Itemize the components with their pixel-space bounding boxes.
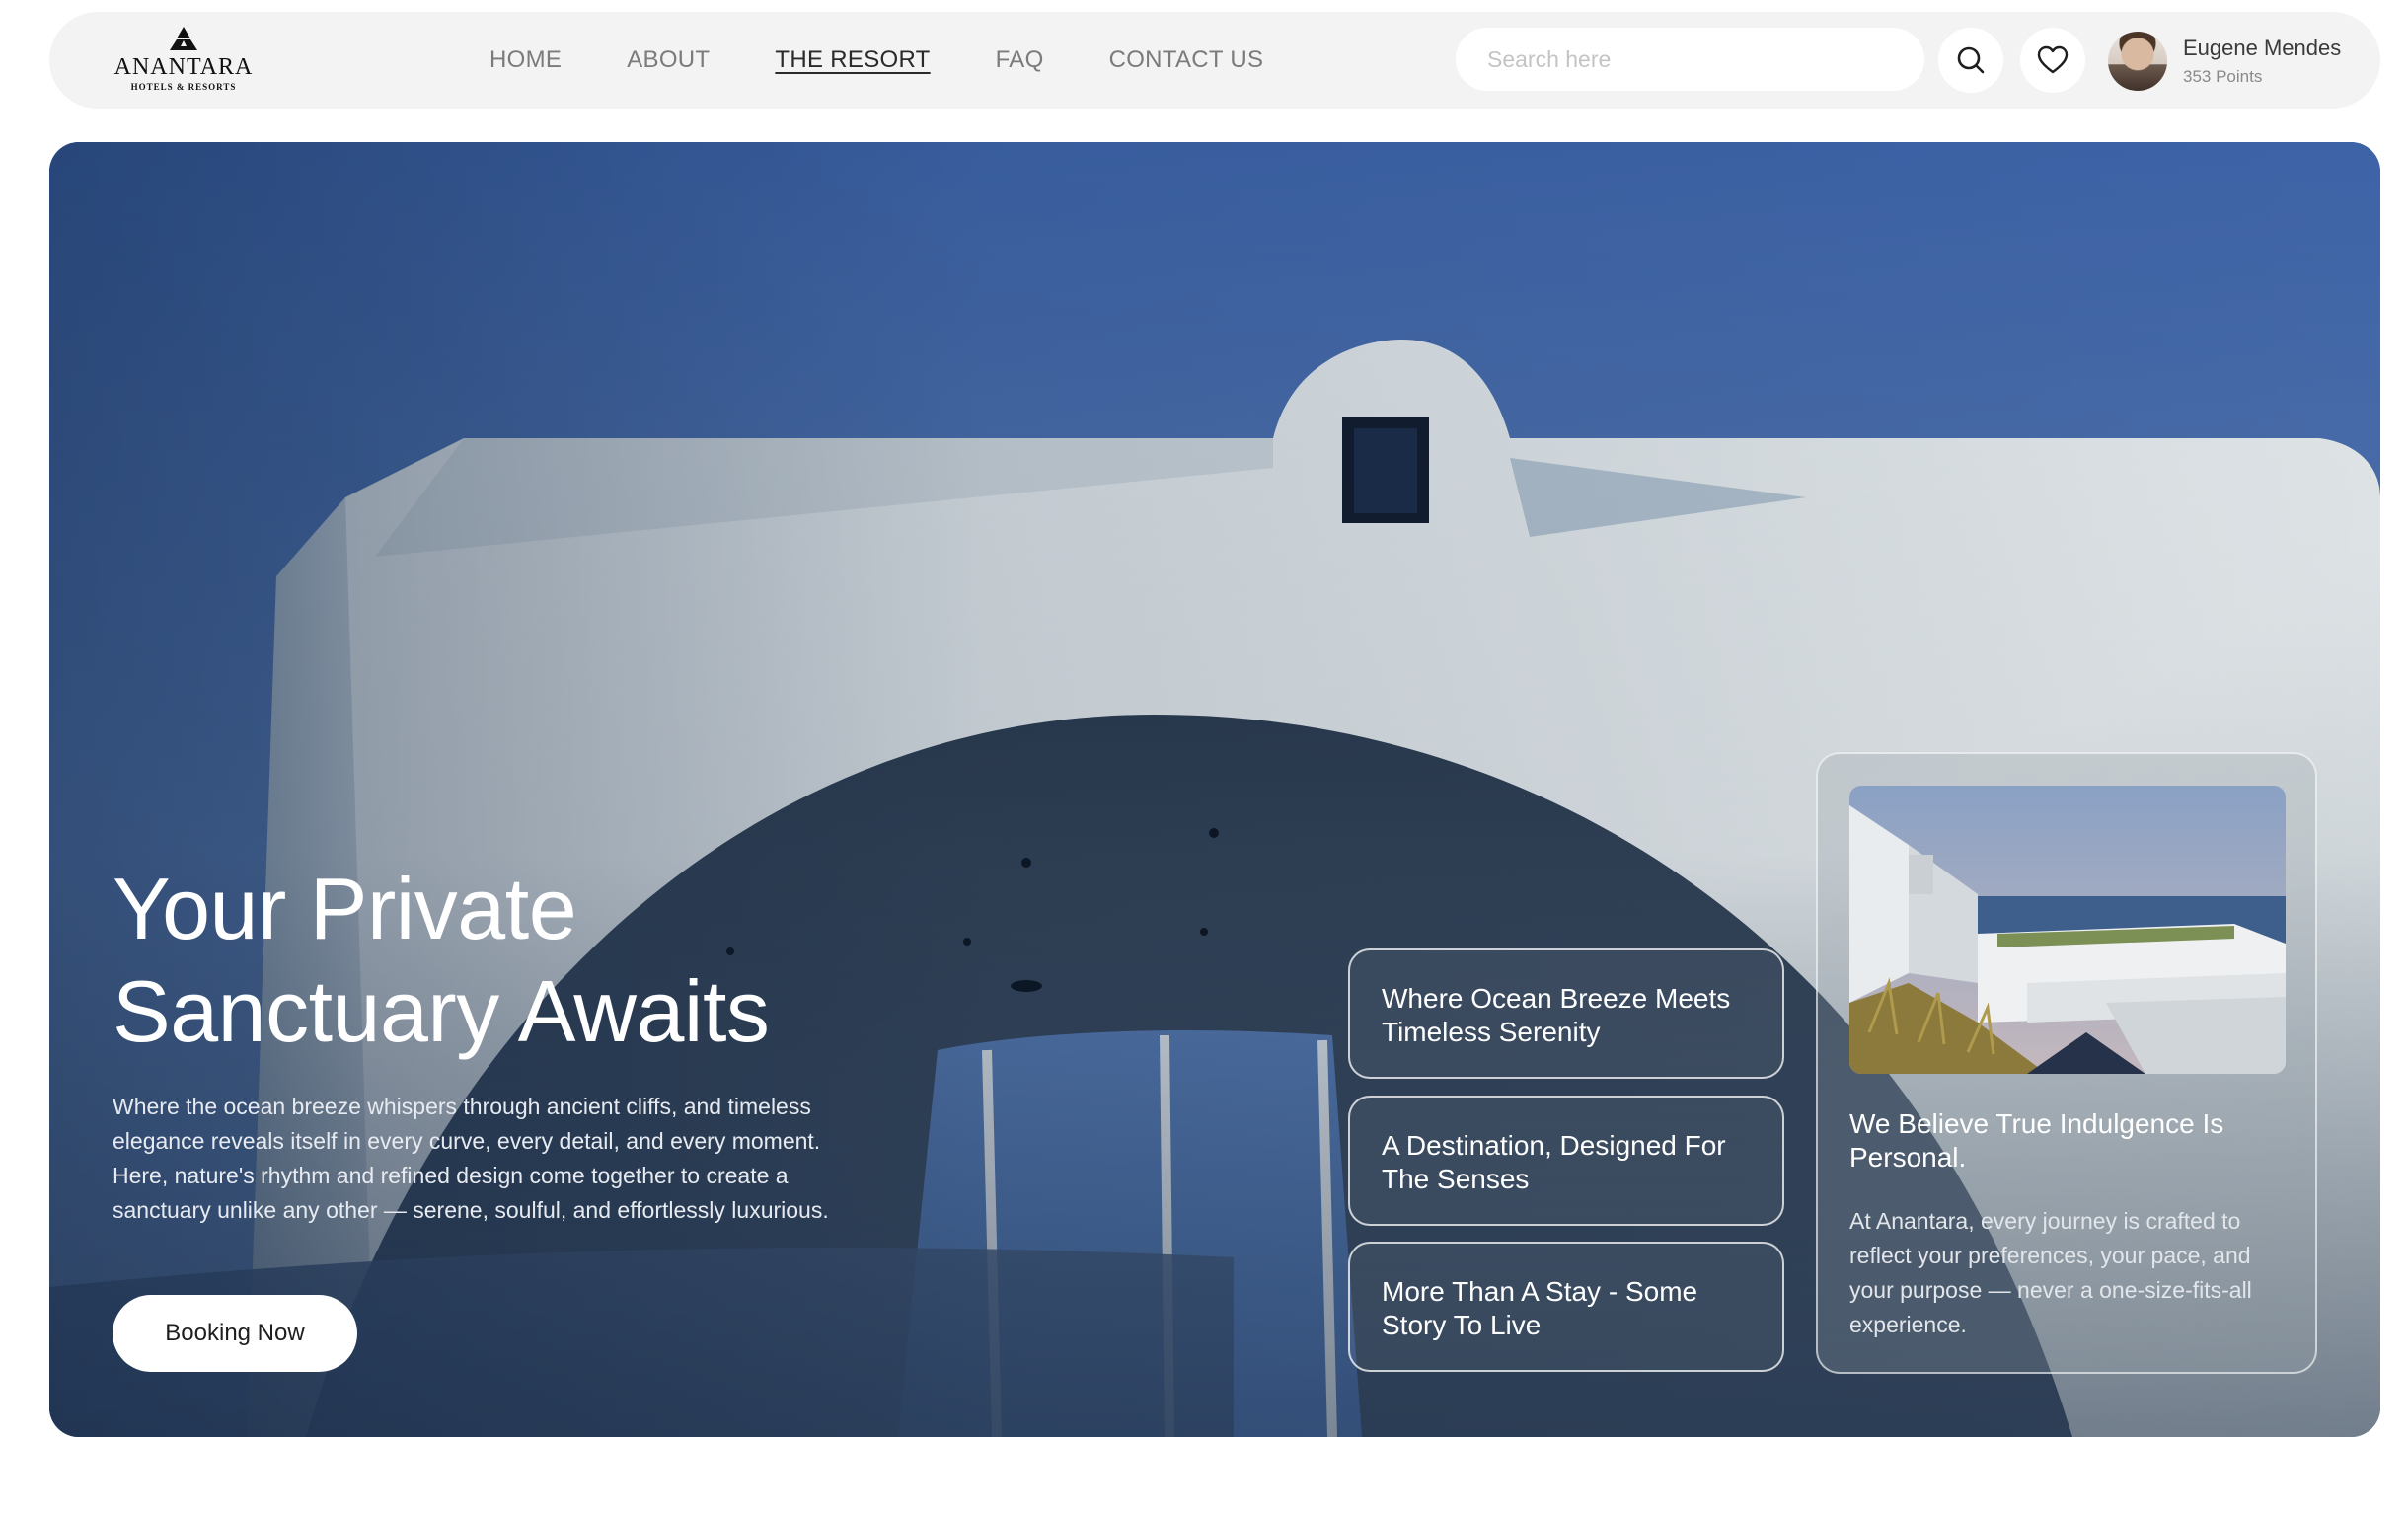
user-name: Eugene Mendes <box>2183 36 2342 60</box>
brand-logo[interactable]: ANANTARA HOTELS & RESORTS <box>113 26 254 97</box>
info-panel-text: At Anantara, every journey is crafted to… <box>1849 1208 2252 1337</box>
feature-card-label: More Than A Stay - Some Story To Live <box>1382 1276 1698 1340</box>
hero-title: Your Private Sanctuary Awaits <box>113 858 1001 1063</box>
user-points: 353 Points <box>2183 67 2263 86</box>
nav-contact-us[interactable]: CONTACT US <box>1109 46 1264 74</box>
brand-name: ANANTARA <box>113 54 254 80</box>
nav-about[interactable]: ABOUT <box>627 46 710 74</box>
logo-mark-icon <box>170 27 197 50</box>
resort-terrace-image <box>1849 786 2286 1074</box>
favorites-button[interactable] <box>2020 28 2085 93</box>
brand-tagline: HOTELS & RESORTS <box>130 82 237 92</box>
nav-home[interactable]: HOME <box>489 46 562 74</box>
feature-card[interactable]: Where Ocean Breeze Meets Timeless Sereni… <box>1348 948 1784 1079</box>
search-input[interactable] <box>1456 28 1924 91</box>
info-panel: We Believe True Indulgence Is Personal. … <box>1816 752 2317 1374</box>
feature-card[interactable]: More Than A Stay - Some Story To Live <box>1348 1242 1784 1372</box>
hero-section: Your Private Sanctuary Awaits Where the … <box>49 142 2380 1437</box>
nav-faq[interactable]: FAQ <box>996 46 1044 74</box>
feature-card-label: A Destination, Designed For The Senses <box>1382 1130 1726 1194</box>
search-button[interactable] <box>1938 28 2003 93</box>
page: ANANTARA HOTELS & RESORTS HOME ABOUT THE… <box>0 0 2408 1516</box>
main-nav: HOME ABOUT THE RESORT FAQ CONTACT US <box>489 12 1328 109</box>
feature-card-label: Where Ocean Breeze Meets Timeless Sereni… <box>1382 983 1731 1047</box>
booking-now-button[interactable]: Booking Now <box>113 1295 357 1372</box>
top-navbar: ANANTARA HOTELS & RESORTS HOME ABOUT THE… <box>49 12 2380 109</box>
heart-icon <box>2037 45 2069 74</box>
info-panel-heading: We Believe True Indulgence Is Personal. <box>1849 1108 2224 1173</box>
hero-description: Where the ocean breeze whispers through … <box>113 1094 829 1223</box>
nav-the-resort[interactable]: THE RESORT <box>775 46 930 74</box>
search-icon <box>1957 46 1985 74</box>
avatar[interactable] <box>2108 32 2167 91</box>
hero-title-line2: Sanctuary Awaits <box>113 962 770 1060</box>
feature-card[interactable]: A Destination, Designed For The Senses <box>1348 1096 1784 1226</box>
hero-title-line1: Your Private <box>113 860 577 957</box>
